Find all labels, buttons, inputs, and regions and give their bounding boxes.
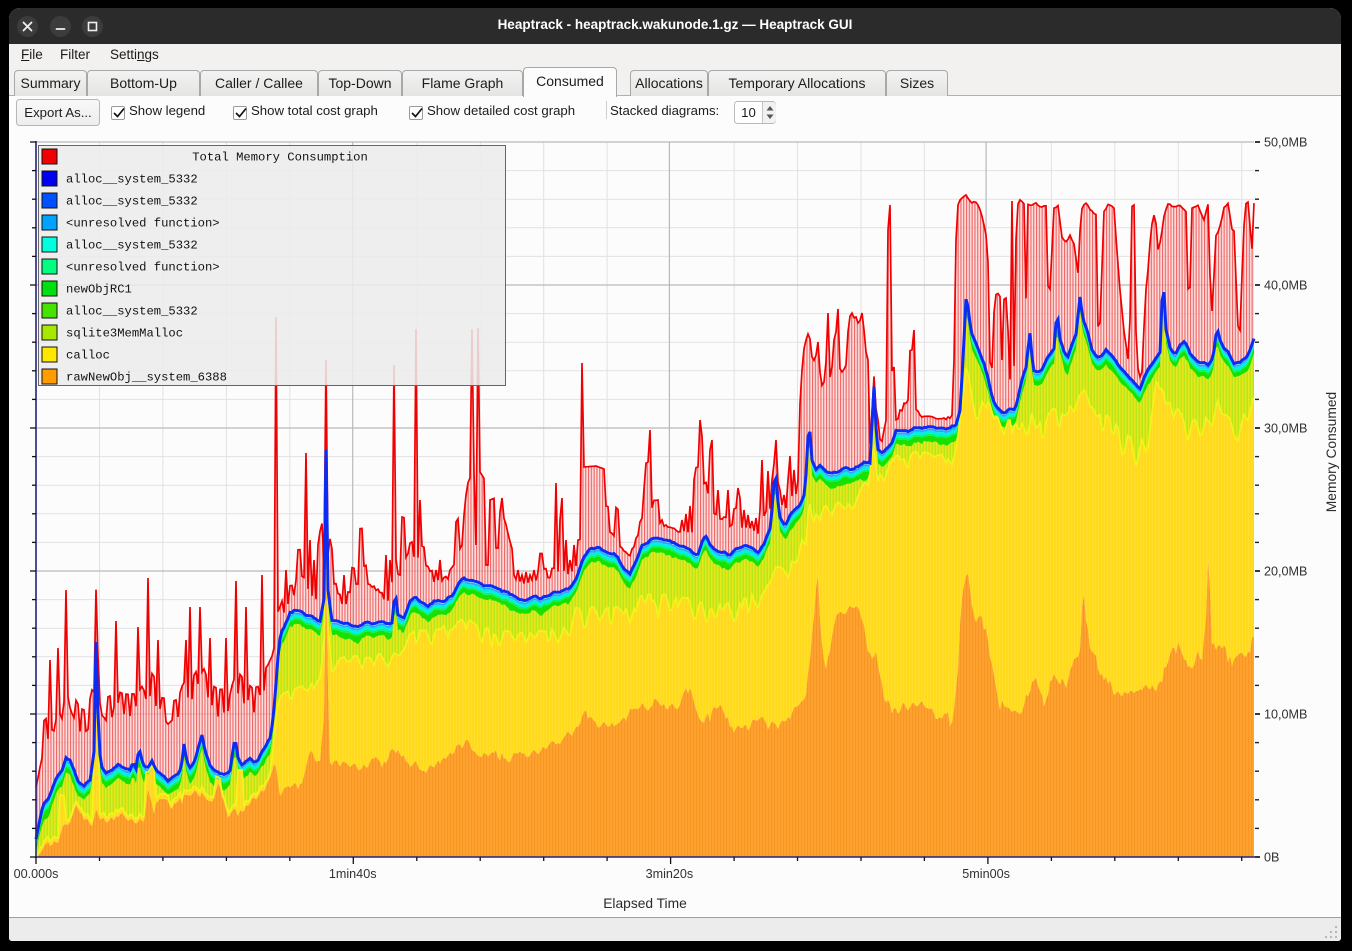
svg-text:1min40s: 1min40s — [329, 867, 377, 881]
svg-text:alloc__system_5332: alloc__system_5332 — [66, 239, 198, 253]
svg-text:newObjRC1: newObjRC1 — [66, 283, 132, 297]
svg-text:sqlite3MemMalloc: sqlite3MemMalloc — [66, 327, 183, 341]
svg-text:alloc__system_5332: alloc__system_5332 — [66, 195, 198, 209]
svg-text:Memory Consumed: Memory Consumed — [1324, 392, 1339, 512]
svg-text:rawNewObj__system_6388: rawNewObj__system_6388 — [66, 371, 227, 385]
svg-text:<unresolved function>: <unresolved function> — [66, 261, 220, 275]
svg-text:calloc: calloc — [66, 349, 110, 363]
svg-text:20,0MB: 20,0MB — [1264, 565, 1307, 579]
svg-text:30,0MB: 30,0MB — [1264, 422, 1307, 436]
svg-text:5min00s: 5min00s — [962, 867, 1010, 881]
svg-text:Total Memory Consumption: Total Memory Consumption — [192, 151, 368, 165]
svg-text:Elapsed Time: Elapsed Time — [603, 896, 687, 911]
svg-text:3min20s: 3min20s — [646, 867, 694, 881]
svg-text:00.000s: 00.000s — [14, 867, 59, 881]
svg-text:50,0MB: 50,0MB — [1264, 136, 1307, 150]
svg-text:0B: 0B — [1264, 851, 1279, 865]
svg-text:40,0MB: 40,0MB — [1264, 279, 1307, 293]
svg-text:alloc__system_5332: alloc__system_5332 — [66, 305, 198, 319]
svg-text:10,0MB: 10,0MB — [1264, 708, 1307, 722]
svg-text:alloc__system_5332: alloc__system_5332 — [66, 173, 198, 187]
svg-text:<unresolved function>: <unresolved function> — [66, 217, 220, 231]
